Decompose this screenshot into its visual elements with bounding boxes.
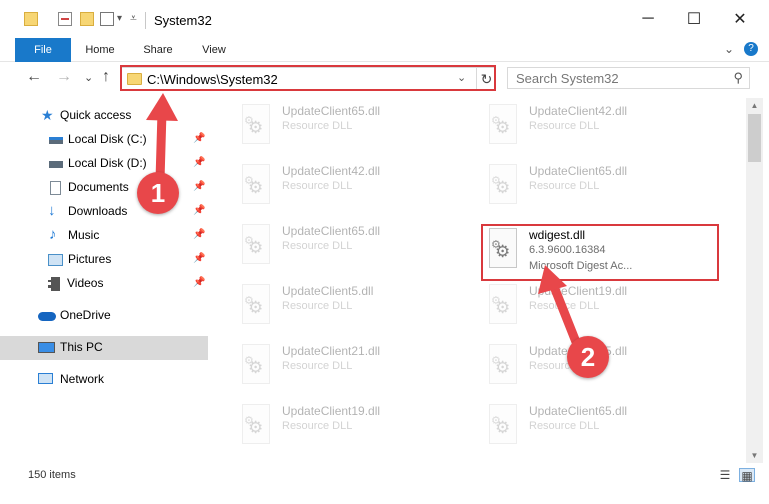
step-1-badge: 1 (137, 172, 179, 214)
annotation-arrows (146, 93, 581, 347)
arrow-2 (538, 265, 581, 347)
tiles-view-icon[interactable]: ▦ (739, 468, 755, 483)
items-count: 150 items (28, 469, 76, 481)
details-view-icon[interactable]: ☰ (717, 468, 733, 482)
arrow-1 (146, 93, 178, 185)
step-2-badge: 2 (567, 336, 609, 378)
status-bar: 150 items ☰ ▦ (0, 463, 769, 504)
